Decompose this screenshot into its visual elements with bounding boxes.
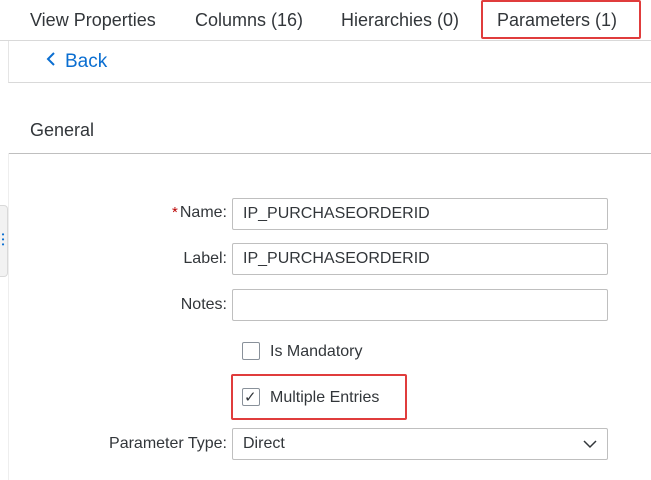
notes-input[interactable] bbox=[232, 289, 608, 321]
label-input[interactable] bbox=[232, 243, 608, 275]
notes-label: Notes: bbox=[180, 296, 227, 313]
label-label: Label: bbox=[183, 250, 227, 267]
panel-resize-handle[interactable]: • • • bbox=[0, 205, 8, 277]
parameter-type-label: Parameter Type: bbox=[109, 435, 227, 452]
parameter-type-value: Direct bbox=[243, 435, 285, 452]
back-label: Back bbox=[65, 51, 108, 72]
checkbox-box[interactable] bbox=[242, 341, 260, 360]
parameter-type-select[interactable]: Direct bbox=[232, 428, 608, 460]
grip-icon: • • • bbox=[1, 230, 5, 249]
checkmark-icon: ✓ bbox=[244, 388, 257, 406]
back-button[interactable]: Back bbox=[45, 49, 107, 75]
back-bar: Back bbox=[8, 41, 651, 83]
tab-parameters[interactable]: Parameters (1) bbox=[497, 0, 617, 40]
panel-border bbox=[8, 153, 9, 480]
tab-hierarchies[interactable]: Hierarchies (0) bbox=[341, 0, 459, 40]
chevron-left-icon bbox=[45, 49, 65, 75]
multiple-entries-checkbox[interactable]: ✓ Multiple Entries bbox=[242, 386, 379, 410]
tab-view-properties[interactable]: View Properties bbox=[30, 0, 156, 40]
is-mandatory-label: Is Mandatory bbox=[270, 343, 363, 360]
name-input[interactable] bbox=[232, 198, 608, 230]
is-mandatory-checkbox[interactable]: Is Mandatory bbox=[242, 340, 362, 364]
tab-bar: View Properties Columns (16) Hierarchies… bbox=[0, 0, 651, 41]
name-label: * Name: bbox=[172, 204, 227, 221]
checkbox-box[interactable]: ✓ bbox=[242, 387, 260, 406]
section-header: General bbox=[8, 110, 651, 154]
chevron-down-icon[interactable] bbox=[583, 437, 597, 451]
section-title: General bbox=[30, 120, 95, 140]
multiple-entries-label: Multiple Entries bbox=[270, 389, 380, 406]
required-marker: * bbox=[172, 204, 178, 221]
tab-columns[interactable]: Columns (16) bbox=[195, 0, 303, 40]
